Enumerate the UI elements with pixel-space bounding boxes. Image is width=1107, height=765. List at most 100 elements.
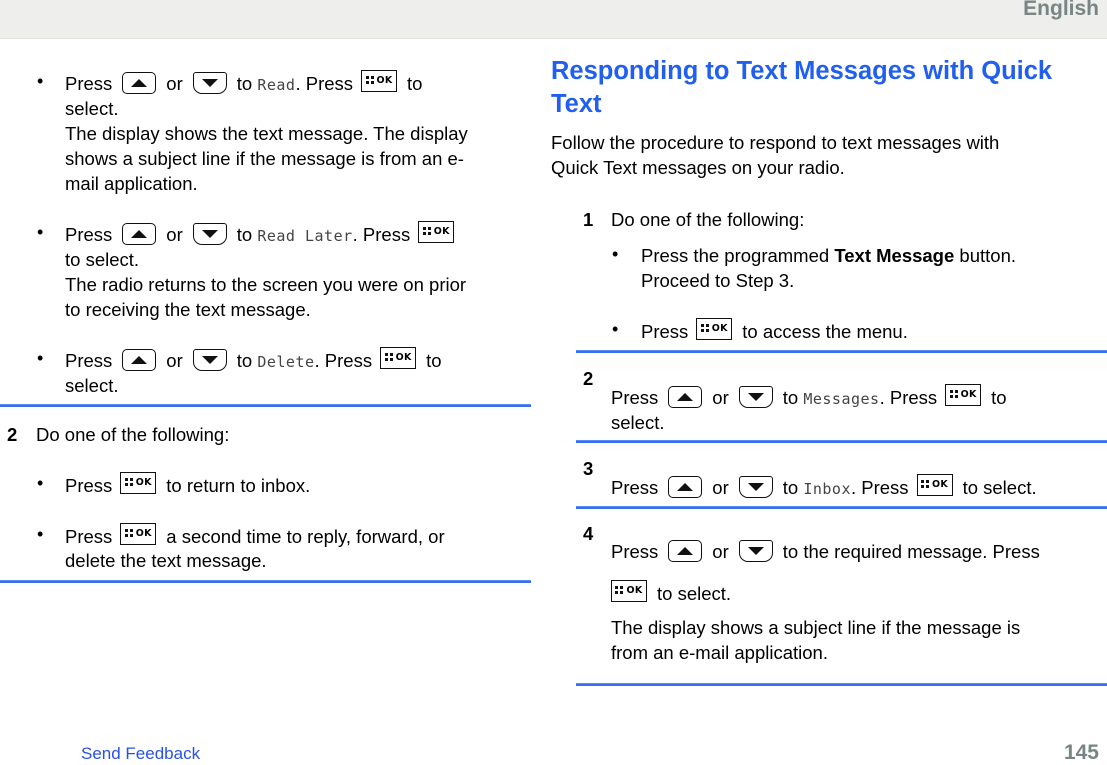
ok-menu-key-icon: OK xyxy=(120,472,157,494)
text: . Press xyxy=(295,72,354,94)
text: select. xyxy=(65,98,119,119)
description-line: The display shows a subject line if the … xyxy=(611,617,1021,638)
step-divider xyxy=(576,440,1107,443)
text: to xyxy=(991,386,1007,408)
step-divider xyxy=(0,580,531,583)
up-arrow-key-icon xyxy=(122,223,157,245)
text: to access the menu. xyxy=(742,320,908,342)
text: . Press xyxy=(879,386,938,408)
description-line: shows a subject line if the message is f… xyxy=(65,148,464,169)
text: or xyxy=(166,223,183,245)
text: to select. xyxy=(657,582,732,604)
bullet-dot: • xyxy=(612,319,619,339)
page-number: 145 xyxy=(1063,741,1099,764)
text: to xyxy=(236,349,253,371)
step-number: 2 xyxy=(7,424,18,445)
button-name: Text Message xyxy=(834,245,955,266)
description-line: mail application. xyxy=(65,173,198,194)
text: Press xyxy=(641,320,689,342)
text: to xyxy=(782,386,799,408)
ok-menu-key-icon: OK xyxy=(380,347,417,369)
text: button. xyxy=(954,245,1016,266)
menu-item-inbox: Inbox xyxy=(803,479,851,498)
step-divider xyxy=(576,683,1107,686)
text: delete the text message. xyxy=(65,550,267,571)
ok-menu-key-icon: OK xyxy=(611,580,647,602)
text: Press the programmed xyxy=(641,245,835,266)
menu-item-messages: Messages xyxy=(803,389,880,408)
down-arrow-key-icon xyxy=(192,349,227,371)
description-line: The display shows the text message. The … xyxy=(65,123,468,144)
text: to xyxy=(782,476,799,498)
send-feedback-link[interactable]: Send Feedback xyxy=(81,744,200,764)
up-arrow-key-icon xyxy=(668,540,703,563)
up-arrow-key-icon xyxy=(668,476,703,498)
text: to the required message. Press xyxy=(782,541,1040,562)
intro-text: Follow the procedure to respond to text … xyxy=(551,132,1000,153)
text: to xyxy=(426,349,442,371)
bullet-dot: • xyxy=(612,244,619,264)
text: Press xyxy=(611,476,659,498)
text: to select. xyxy=(65,249,140,270)
description-line: The radio returns to the screen you were… xyxy=(65,274,467,295)
text: or xyxy=(166,72,183,94)
description-line: to receiving the text message. xyxy=(65,299,311,320)
page-header: English xyxy=(0,0,1107,39)
text: Press xyxy=(611,386,659,408)
step-number: 1 xyxy=(583,209,594,230)
down-arrow-key-icon xyxy=(738,386,773,408)
step-number: 4 xyxy=(583,523,594,544)
intro-text: Quick Text messages on your radio. xyxy=(551,157,845,178)
text: Press xyxy=(65,525,113,547)
text: select. xyxy=(65,375,119,396)
text: Press xyxy=(65,223,113,245)
text: a second time to reply, forward, or xyxy=(166,525,445,547)
down-arrow-key-icon xyxy=(738,540,773,563)
text: or xyxy=(166,349,183,371)
section-title: Responding to Text Messages with Quick T… xyxy=(551,55,1101,121)
text: or xyxy=(712,476,729,498)
ok-menu-key-icon: OK xyxy=(120,523,157,545)
up-arrow-key-icon xyxy=(122,72,157,94)
text: to return to inbox. xyxy=(166,474,311,496)
menu-item-read-later: Read Later xyxy=(257,226,353,245)
up-arrow-key-icon xyxy=(122,349,157,371)
step-text: Do one of the following: xyxy=(611,209,805,230)
text: . Press xyxy=(314,349,373,371)
ok-menu-key-icon: OK xyxy=(418,221,455,243)
step-divider xyxy=(576,506,1107,509)
text: Press xyxy=(65,349,113,371)
ok-menu-key-icon: OK xyxy=(916,474,953,496)
text: or xyxy=(712,386,729,408)
bullet-dot: • xyxy=(37,524,44,544)
step-number: 2 xyxy=(583,368,594,389)
ok-menu-key-icon: OK xyxy=(945,384,982,406)
text: . Press xyxy=(352,223,411,245)
ok-menu-key-icon: OK xyxy=(696,318,733,340)
text: Press xyxy=(65,474,113,496)
bullet-dot: • xyxy=(37,348,44,368)
down-arrow-key-icon xyxy=(738,476,773,498)
title-line: Text xyxy=(551,90,602,118)
up-arrow-key-icon xyxy=(668,386,703,408)
down-arrow-key-icon xyxy=(192,223,227,245)
menu-item-read: Read xyxy=(257,75,296,94)
description-line: from an e-mail application. xyxy=(611,642,828,663)
text: to select. xyxy=(962,476,1037,498)
down-arrow-key-icon xyxy=(192,72,227,94)
text: to xyxy=(407,72,423,94)
text: to xyxy=(236,223,253,245)
text: to xyxy=(236,72,253,94)
step-divider xyxy=(0,404,531,407)
text: . Press xyxy=(850,476,909,498)
step-divider xyxy=(576,350,1107,353)
step-text: Do one of the following: xyxy=(36,424,230,445)
text: Proceed to Step 3. xyxy=(641,270,795,291)
bullet-dot: • xyxy=(37,473,44,493)
bullet-dot: • xyxy=(37,222,44,242)
text: or xyxy=(712,541,729,562)
text: Press xyxy=(65,72,113,94)
text: select. xyxy=(611,412,665,433)
text: Press xyxy=(611,541,659,562)
language-label: English xyxy=(1023,0,1099,20)
